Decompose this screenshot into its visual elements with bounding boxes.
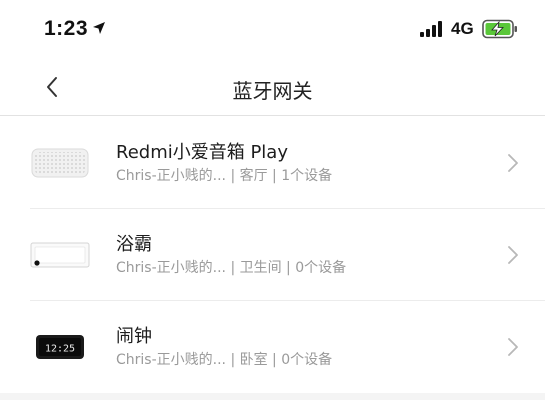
chevron-right-icon — [508, 338, 518, 356]
device-thumbnail: 12:25 — [24, 315, 96, 379]
device-list: Redmi小爱音箱 Play Chris-正小贱的... | 客厅 | 1个设备… — [0, 117, 545, 393]
bath-heater-icon — [30, 242, 90, 268]
location-arrow-icon — [93, 22, 105, 34]
device-name: Redmi小爱音箱 Play — [116, 142, 288, 163]
device-thumbnail — [24, 223, 96, 287]
device-subtitle: Chris-正小贱的... | 卫生间 | 0个设备 — [116, 260, 347, 276]
navigation-bar: 蓝牙网关 — [0, 58, 545, 116]
device-subtitle: Chris-正小贱的... | 客厅 | 1个设备 — [116, 168, 333, 184]
page-title: 蓝牙网关 — [232, 79, 313, 103]
device-name: 浴霸 — [116, 234, 152, 255]
device-row-bath-heater[interactable]: 浴霸 Chris-正小贱的... | 卫生间 | 0个设备 — [0, 209, 545, 301]
speaker-icon — [31, 148, 89, 178]
device-name: 闹钟 — [116, 326, 152, 347]
device-subtitle: Chris-正小贱的... | 卧室 | 0个设备 — [116, 352, 333, 368]
device-thumbnail — [24, 131, 96, 195]
chevron-right-icon — [508, 246, 518, 264]
device-row-speaker[interactable]: Redmi小爱音箱 Play Chris-正小贱的... | 客厅 | 1个设备 — [0, 117, 545, 209]
status-time: 1:23 — [44, 17, 89, 40]
clock-face-text: 12:25 — [45, 344, 75, 355]
device-row-alarm-clock[interactable]: 12:25 闹钟 Chris-正小贱的... | 卧室 | 0个设备 — [0, 301, 545, 393]
battery-charging-icon — [482, 19, 517, 39]
signal-bars-icon — [420, 21, 442, 37]
network-type-label: 4G — [451, 19, 474, 38]
chevron-right-icon — [508, 154, 518, 172]
alarm-clock-icon: 12:25 — [36, 335, 84, 359]
status-bar: 1:23 4G — [0, 0, 545, 58]
app-screen: 1:23 4G 蓝牙网关 Redmi小爱音箱 Play Chris-正小贱的..… — [0, 0, 545, 393]
